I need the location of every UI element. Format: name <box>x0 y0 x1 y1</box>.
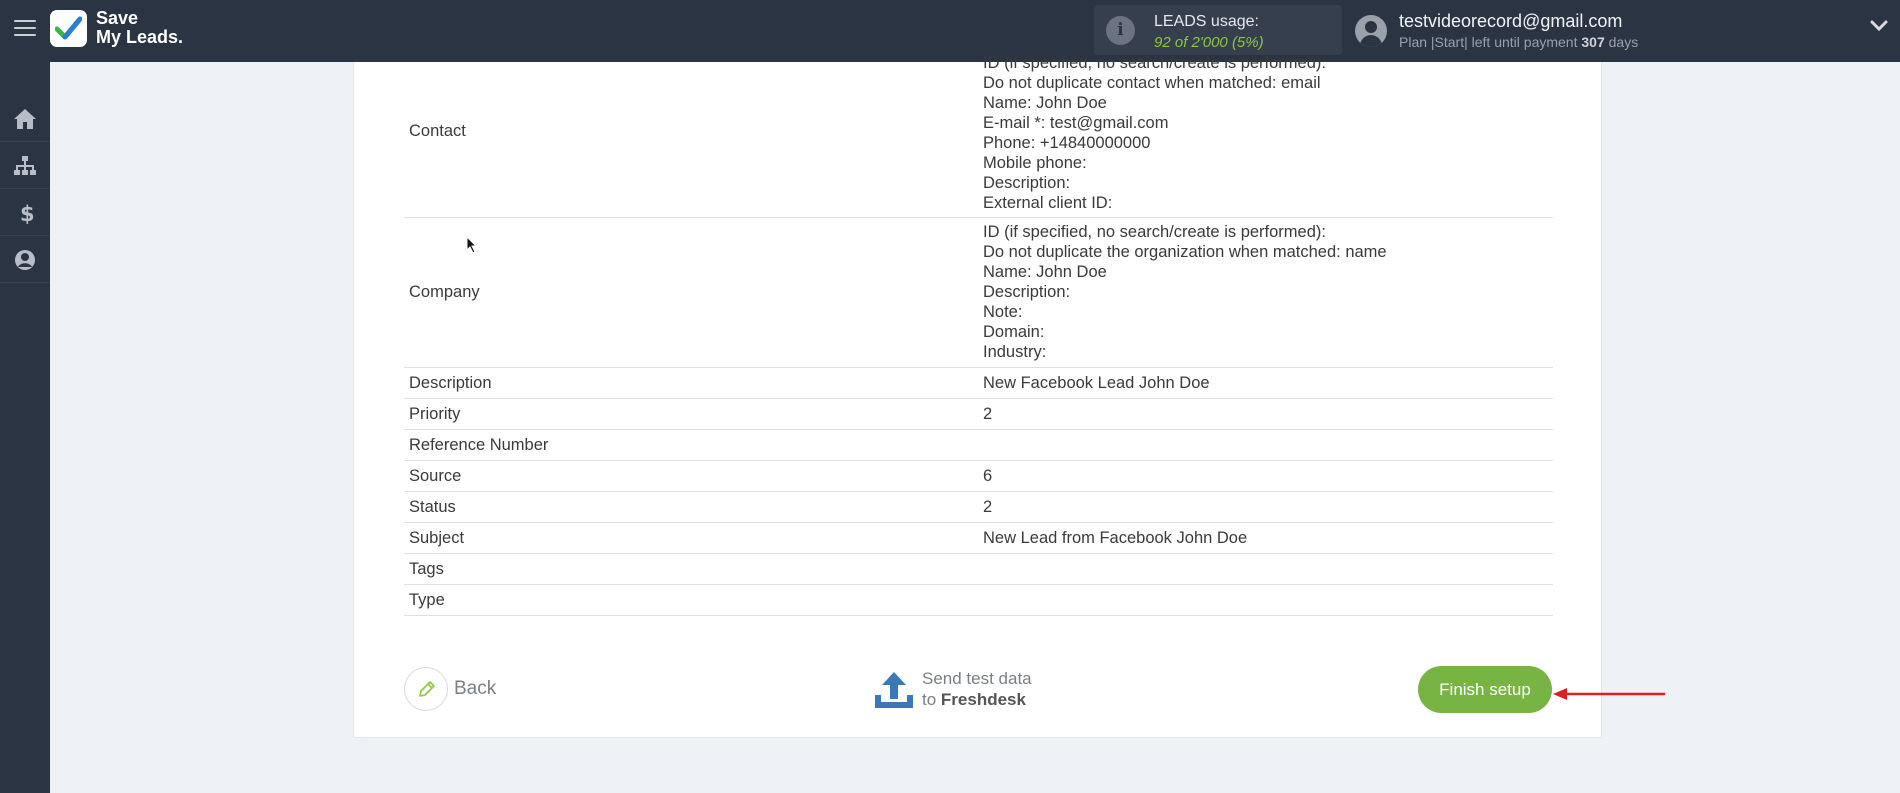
sidebar-item-billing[interactable]: $ <box>0 190 50 236</box>
back-button[interactable] <box>404 667 448 711</box>
user-email[interactable]: testvideorecord@gmail.com <box>1399 11 1622 32</box>
table-row: Status 2 <box>404 492 1553 523</box>
menu-icon[interactable] <box>14 20 36 38</box>
leads-usage-label: LEADS usage: <box>1154 13 1259 30</box>
info-icon[interactable]: i <box>1106 16 1135 45</box>
row-value: ID (if specified, no search/create is pe… <box>983 223 1387 361</box>
leads-usage-widget: i LEADS usage: 92 of 2'000 (5%) <box>1094 5 1342 55</box>
sidebar-item-account[interactable] <box>0 237 50 283</box>
cursor-icon <box>466 236 478 254</box>
sidebar-item-home[interactable] <box>0 96 50 142</box>
send-test-data-button[interactable]: Send test data to Freshdesk <box>922 668 1032 710</box>
table-row: Subject New Lead from Facebook John Doe <box>404 523 1553 554</box>
action-bar: Back Send test data to Freshdesk Finish … <box>354 660 1603 720</box>
logo-icon[interactable] <box>50 10 87 47</box>
table-row: Priority 2 <box>404 399 1553 430</box>
account-icon <box>15 250 35 270</box>
sidebar: $ <box>0 62 50 793</box>
fields-table: Contact ID (if specified, no search/crea… <box>404 54 1553 616</box>
table-row: Tags <box>404 554 1553 585</box>
row-key: Company <box>409 283 480 301</box>
sidebar-item-connections[interactable] <box>0 143 50 189</box>
pencil-icon <box>419 681 435 697</box>
row-key: Contact <box>409 122 466 140</box>
brand-name[interactable]: Save My Leads. <box>96 9 183 47</box>
table-row-company: Company ID (if specified, no search/crea… <box>404 218 1553 368</box>
main-card: Contact ID (if specified, no search/crea… <box>353 54 1603 738</box>
table-row: Reference Number <box>404 430 1553 461</box>
arrow-left-icon <box>1553 688 1665 700</box>
dollar-icon: $ <box>20 202 35 224</box>
home-icon <box>14 109 36 129</box>
row-value: ID (if specified, no search/create is pe… <box>983 54 1326 212</box>
chevron-down-icon[interactable] <box>1870 20 1888 32</box>
leads-usage-value: 92 of 2'000 (5%) <box>1154 34 1264 51</box>
top-bar: Save My Leads. i LEADS usage: 92 of 2'00… <box>0 0 1900 62</box>
back-label[interactable]: Back <box>454 678 496 700</box>
table-row-contact: Contact ID (if specified, no search/crea… <box>404 54 1553 218</box>
svg-text:$: $ <box>20 202 35 224</box>
upload-icon[interactable] <box>873 669 915 711</box>
finish-setup-button[interactable]: Finish setup <box>1418 666 1552 713</box>
avatar-icon[interactable] <box>1355 15 1387 47</box>
user-plan: Plan |Start| left until payment 307 days <box>1399 34 1639 50</box>
sitemap-icon <box>14 156 36 175</box>
table-row: Type <box>404 585 1553 616</box>
table-row: Source 6 <box>404 461 1553 492</box>
table-row: Description New Facebook Lead John Doe <box>404 368 1553 399</box>
